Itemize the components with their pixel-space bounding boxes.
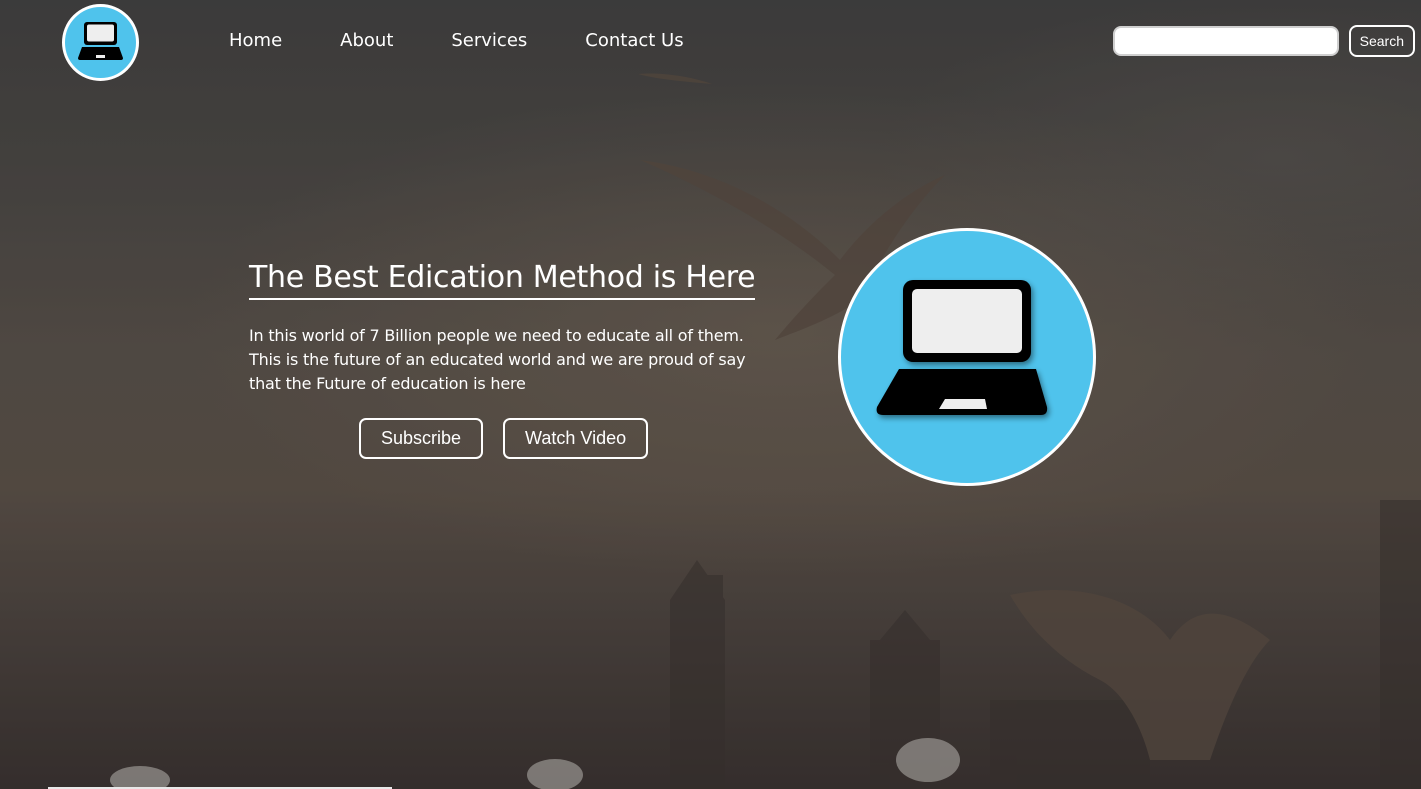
nav-links: Home About Services Contact Us bbox=[200, 28, 713, 54]
page: Home About Services Contact Us Search Th… bbox=[0, 0, 1421, 789]
nav-link-services[interactable]: Services bbox=[422, 28, 556, 54]
search-input[interactable] bbox=[1112, 26, 1339, 56]
nav-link-about[interactable]: About bbox=[311, 28, 422, 54]
subscribe-button[interactable]: Subscribe bbox=[359, 418, 484, 459]
top-navigation: Home About Services Contact Us Search bbox=[0, 0, 1421, 84]
watch-video-button[interactable]: Watch Video bbox=[503, 418, 649, 459]
hero-image bbox=[838, 228, 1096, 486]
hero-content: The Best Edication Method is Here In thi… bbox=[249, 258, 769, 396]
nav-link-home[interactable]: Home bbox=[200, 28, 311, 54]
nav-link-contact-us[interactable]: Contact Us bbox=[556, 28, 712, 54]
hero-actions: Subscribe Watch Video bbox=[359, 418, 649, 459]
laptop-icon bbox=[78, 22, 123, 60]
site-logo[interactable] bbox=[62, 4, 139, 81]
hero-title: The Best Edication Method is Here bbox=[249, 258, 756, 300]
hero-description: In this world of 7 Billion people we nee… bbox=[249, 326, 746, 393]
search-form: Search bbox=[1112, 25, 1415, 57]
search-button[interactable]: Search bbox=[1348, 25, 1415, 57]
laptop-icon bbox=[876, 280, 1048, 415]
